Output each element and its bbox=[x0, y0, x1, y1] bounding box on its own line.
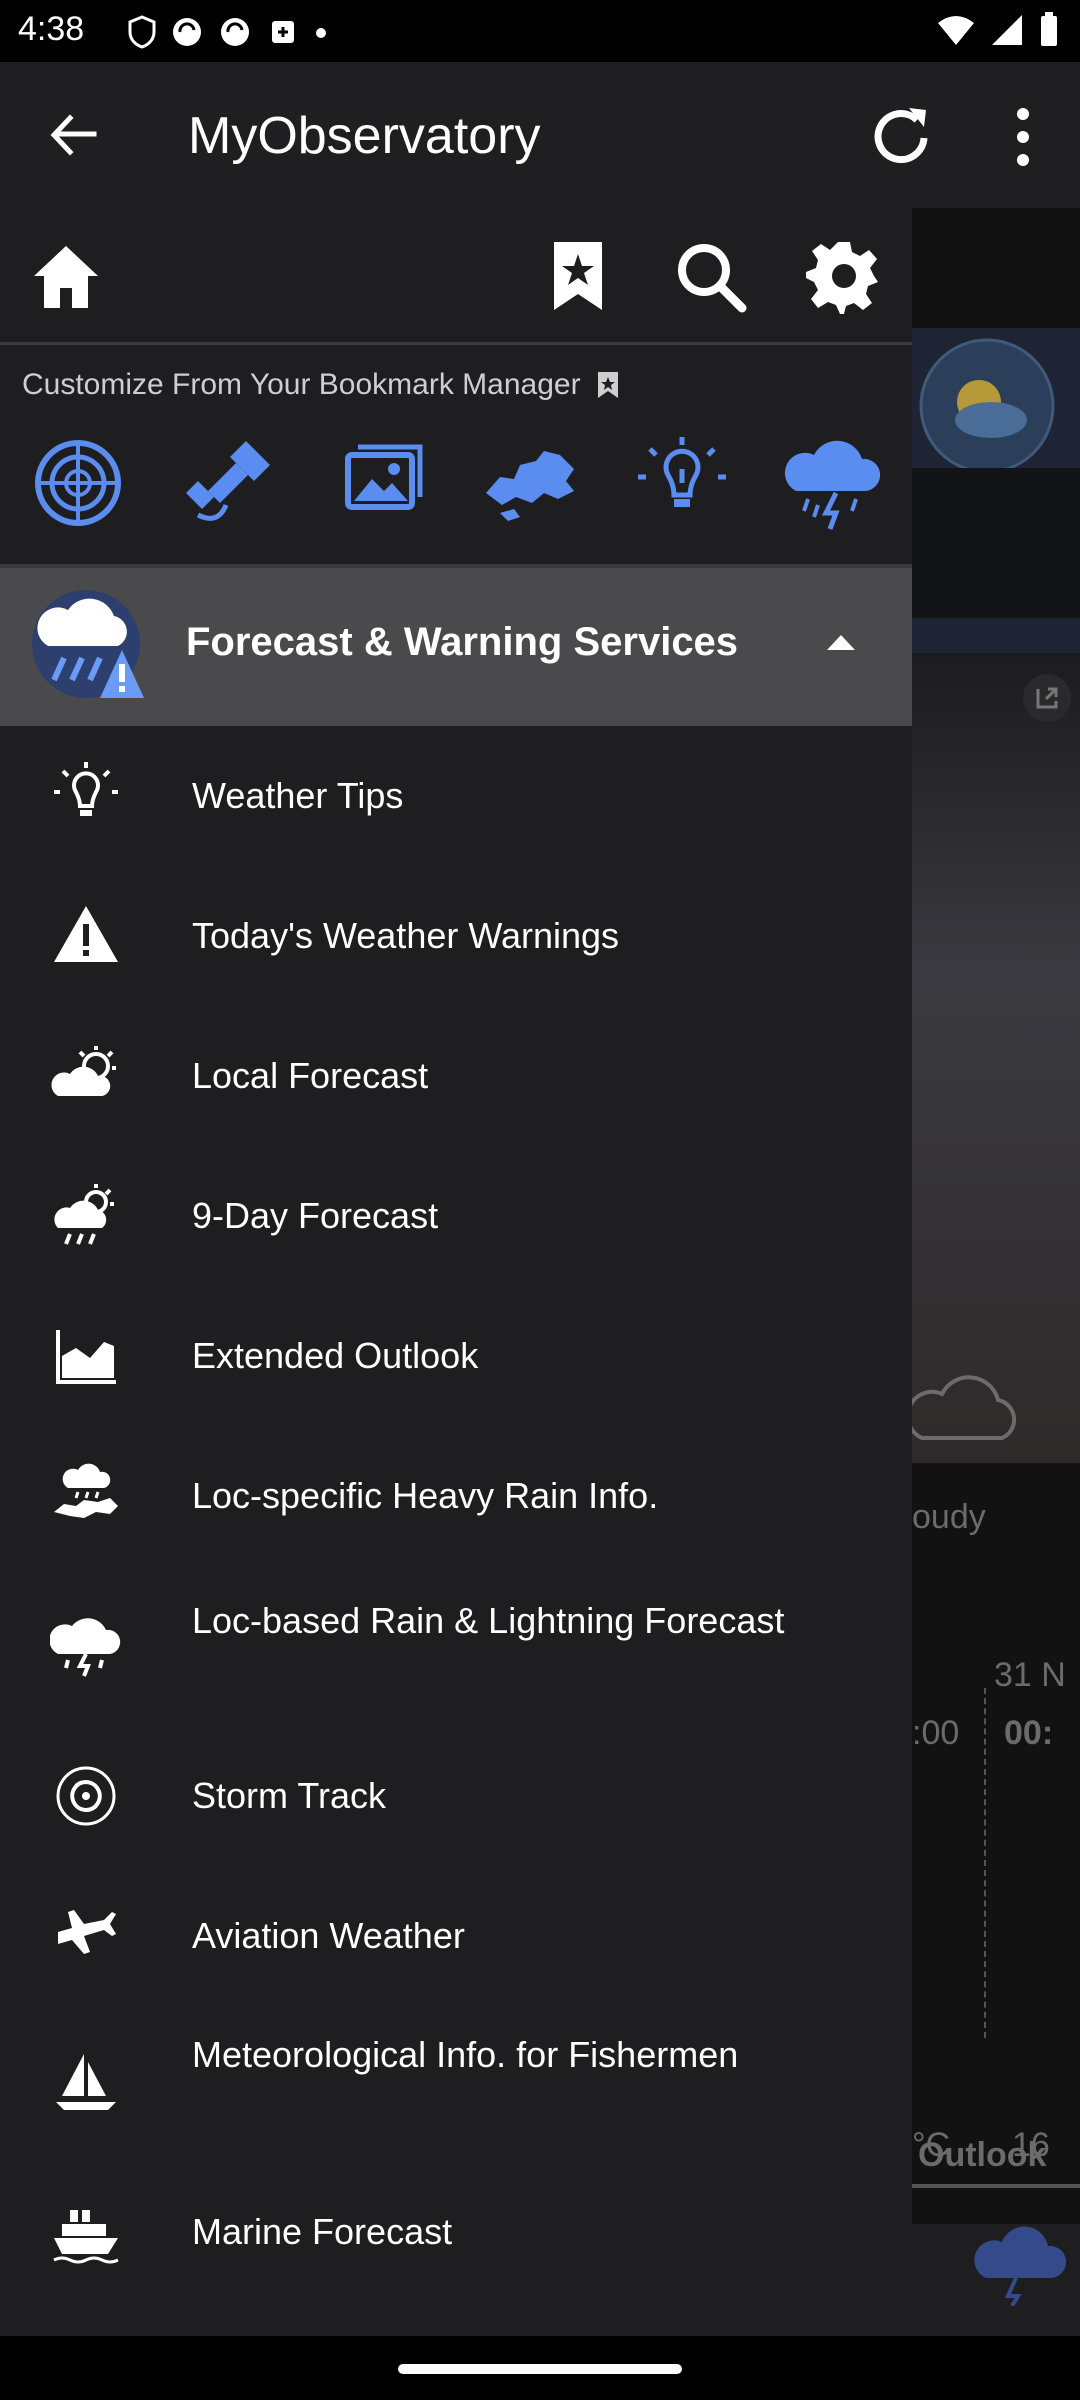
bg-fragment-6: Outlook bbox=[918, 2136, 1047, 2174]
menu-item-storm-track[interactable]: Storm Track bbox=[0, 1726, 912, 1866]
settings-gear-icon[interactable] bbox=[806, 238, 882, 314]
menu-item-label: 9-Day Forecast bbox=[192, 1195, 439, 1236]
refresh-icon[interactable] bbox=[862, 98, 940, 176]
search-icon[interactable] bbox=[672, 238, 748, 314]
system-navigation-bar bbox=[0, 2336, 1080, 2400]
status-time: 4:38 bbox=[18, 10, 85, 48]
bookmark-caption: Customize From Your Bookmark Manager bbox=[22, 368, 621, 402]
dot-icon bbox=[316, 28, 326, 38]
chart-icon bbox=[56, 1330, 116, 1384]
collapse-caret-icon[interactable] bbox=[824, 630, 858, 654]
warning-icon bbox=[54, 906, 118, 962]
menu-item-marine-forecast[interactable]: Marine Forecast bbox=[0, 2162, 912, 2302]
home-gesture-handle[interactable] bbox=[398, 2364, 682, 2374]
weather-tips-bulb-icon[interactable] bbox=[632, 433, 732, 533]
sun-cloud-icon bbox=[51, 1046, 116, 1096]
menu-item-label: Extended Outlook bbox=[192, 1335, 479, 1376]
menu-item-label: Loc-specific Heavy Rain Info. bbox=[192, 1475, 659, 1516]
menu-item-label: Today's Weather Warnings bbox=[192, 915, 620, 956]
bg-fragment-2: :00 bbox=[912, 1714, 960, 1752]
bookmark-small-icon bbox=[597, 372, 618, 398]
back-arrow-icon[interactable] bbox=[40, 104, 104, 168]
section-title: Forecast & Warning Services bbox=[186, 620, 739, 664]
background-app: oudy 31 N :00 00: °C 16 Outlook bbox=[912, 208, 1080, 2336]
plane-icon bbox=[58, 1910, 116, 1954]
thunderstorm-icon[interactable] bbox=[782, 433, 882, 533]
menu-item-label: Weather Tips bbox=[192, 775, 404, 816]
bookmark-shortcuts bbox=[0, 433, 912, 543]
cloud-icon bbox=[912, 1375, 1017, 1440]
menu-item-label: Loc-based Rain & Lightning Forecast bbox=[192, 1600, 785, 1641]
gba-weather-logo bbox=[919, 338, 1055, 474]
menu-item-9-day-forecast[interactable]: 9-Day Forecast bbox=[0, 1146, 912, 1286]
sun-rain-icon bbox=[54, 1184, 114, 1245]
wifi-icon bbox=[938, 16, 974, 45]
plane-small-icon bbox=[272, 21, 294, 43]
bookmark-icon[interactable] bbox=[540, 238, 616, 314]
navigation-drawer: Customize From Your Bookmark Manager For… bbox=[0, 208, 912, 2336]
signal-icon bbox=[992, 15, 1022, 45]
storm-icon bbox=[56, 1766, 116, 1826]
sync-icon bbox=[173, 18, 201, 46]
forecast-warning-section-header[interactable]: Forecast & Warning Services bbox=[0, 568, 912, 726]
home-icon[interactable] bbox=[28, 238, 104, 314]
shield-icon bbox=[128, 15, 156, 49]
lightbulb-icon bbox=[54, 762, 118, 816]
menu-item-label: Local Forecast bbox=[192, 1055, 429, 1096]
status-bar: 4:38 bbox=[0, 0, 1080, 62]
app-bar: MyObservatory bbox=[0, 62, 1080, 208]
menu-item-weather-warnings[interactable]: Today's Weather Warnings bbox=[0, 866, 912, 1006]
battery-icon bbox=[1041, 12, 1057, 46]
hong-kong-map-icon[interactable] bbox=[480, 433, 580, 533]
menu-item-label: Aviation Weather bbox=[192, 1915, 465, 1956]
boat-icon bbox=[56, 2054, 116, 2110]
rain-lightning-icon bbox=[50, 1618, 121, 1677]
bookmark-caption-text: Customize From Your Bookmark Manager bbox=[22, 368, 581, 401]
menu-item-rain-lightning-forecast[interactable]: Loc-based Rain & Lightning Forecast bbox=[0, 1566, 912, 1726]
menu-item-aviation-weather[interactable]: Aviation Weather bbox=[0, 1866, 912, 2006]
menu-item-weather-tips[interactable]: Weather Tips bbox=[0, 726, 912, 866]
radar-icon[interactable] bbox=[28, 433, 128, 533]
rain-map-icon bbox=[54, 1463, 118, 1518]
menu-item-label: Marine Forecast bbox=[192, 2211, 453, 2252]
more-options-icon[interactable] bbox=[1000, 102, 1046, 172]
menu-item-fishermen-info[interactable]: Meteorological Info. for Fishermen bbox=[0, 2006, 912, 2162]
storm-cloud-icon bbox=[974, 2226, 1067, 2306]
notification-icons bbox=[128, 14, 328, 50]
menu-item-label: Storm Track bbox=[192, 1775, 387, 1816]
bg-fragment-3: 00: bbox=[1004, 1714, 1054, 1752]
menu-item-local-forecast[interactable]: Local Forecast bbox=[0, 1006, 912, 1146]
share-icon bbox=[1023, 674, 1071, 722]
drawer-top-toolbar bbox=[0, 208, 912, 345]
menu-item-extended-outlook[interactable]: Extended Outlook bbox=[0, 1286, 912, 1426]
menu-item-label: Meteorological Info. for Fishermen bbox=[192, 2034, 739, 2075]
menu-item-heavy-rain-info[interactable]: Loc-specific Heavy Rain Info. bbox=[0, 1426, 912, 1566]
bg-fragment-1: 31 N bbox=[994, 1656, 1066, 1694]
photo-gallery-icon[interactable] bbox=[330, 433, 430, 533]
app-title: MyObservatory bbox=[188, 107, 541, 165]
satellite-icon[interactable] bbox=[178, 433, 278, 533]
sync-icon-2 bbox=[221, 18, 249, 46]
bg-fragment-0: oudy bbox=[912, 1498, 986, 1536]
rain-warning-icon bbox=[32, 590, 144, 698]
system-icons bbox=[936, 12, 1060, 48]
ship-icon bbox=[53, 2210, 119, 2264]
